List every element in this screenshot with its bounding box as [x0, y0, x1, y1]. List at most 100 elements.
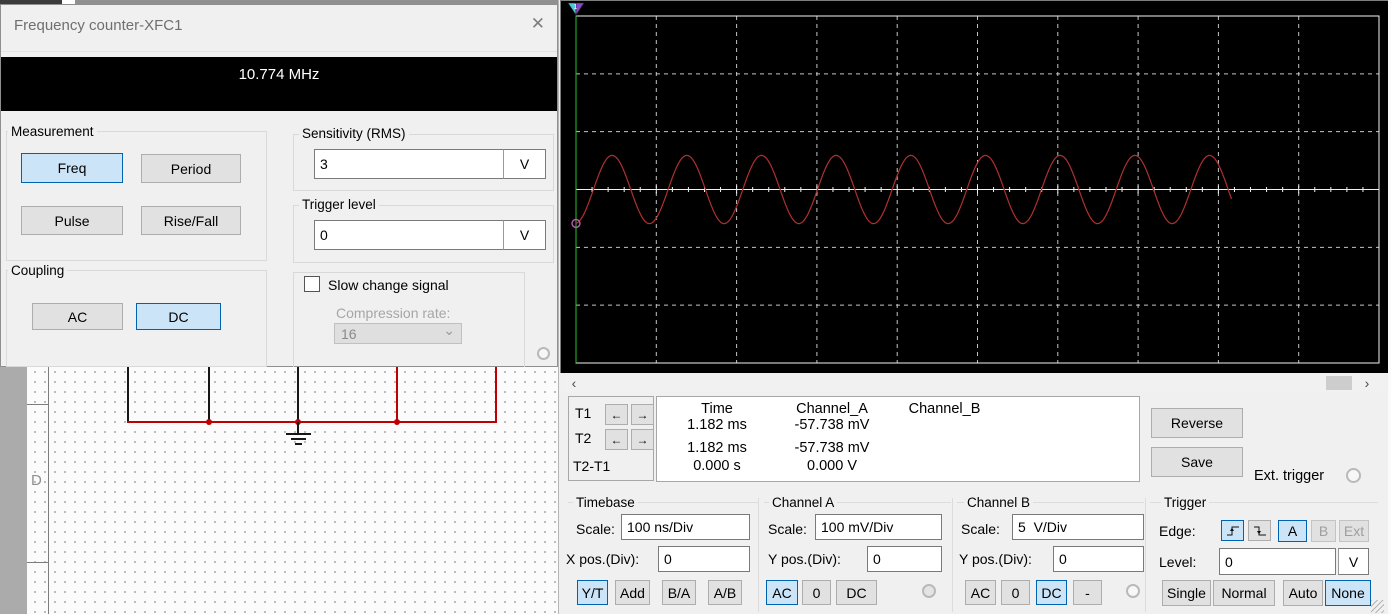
trigger-none-button[interactable]: None [1325, 580, 1371, 606]
trigger-label: Trigger [1161, 495, 1210, 510]
period-button[interactable]: Period [141, 154, 241, 183]
channel-a-dc-button[interactable]: DC [836, 580, 877, 605]
oscilloscope-window: 1 ‹ › T1 ← → T2 ← → T2-T1 Time Channel_A… [558, 0, 1388, 614]
coupling-dc-button[interactable]: DC [136, 303, 221, 330]
rise-fall-button[interactable]: Rise/Fall [141, 206, 241, 235]
wire-vertical[interactable] [208, 367, 210, 422]
channel-a-ypos-label: Y pos.(Div): [768, 551, 841, 567]
trigger-level-unit: V [1338, 548, 1369, 575]
freq-button[interactable]: Freq [21, 153, 123, 183]
wire-vertical[interactable] [297, 367, 299, 423]
frequency-counter-window: Frequency counter-XFC1 ✕ 10.774 MHz Meas… [0, 4, 558, 367]
trigger-b-button[interactable]: B [1311, 520, 1336, 542]
section-separator [1145, 498, 1146, 612]
sheet-row-divider [27, 562, 49, 563]
titlebar-divider [1, 51, 557, 52]
rising-edge-icon[interactable] [1221, 520, 1244, 541]
channel-b-ac-button[interactable]: AC [965, 580, 996, 605]
t2-t1-label: T2-T1 [573, 458, 611, 474]
timebase-label: Timebase [573, 495, 638, 510]
close-icon[interactable]: ✕ [531, 14, 545, 34]
timebase-xpos-input[interactable]: 0 [658, 546, 750, 572]
trigger-single-button[interactable]: Single [1162, 580, 1211, 606]
trigger-a-button[interactable]: A [1278, 520, 1307, 542]
dt-time: 0.000 s [693, 458, 741, 474]
channel-a-ypos-input[interactable]: 0 [867, 546, 942, 572]
compression-rate-select[interactable]: 16 ⌄ [334, 322, 462, 344]
channel-b-dc-button[interactable]: DC [1036, 580, 1067, 605]
sensitivity-unit: V [503, 149, 546, 179]
cursor-control-panel: T1 ← → T2 ← → T2-T1 [568, 396, 654, 481]
frequency-display: 10.774 MHz [1, 57, 557, 111]
column-header-time: Time [701, 401, 733, 417]
t1-channel-a: -57.738 mV [794, 417, 870, 433]
wire-junction [394, 419, 400, 425]
channel-b-minus-button[interactable]: - [1073, 580, 1102, 605]
add-button[interactable]: Add [615, 580, 650, 605]
svg-text:1: 1 [574, 4, 578, 11]
ext-trigger-terminal [1346, 468, 1361, 483]
channel-b-label: Channel B [964, 495, 1034, 510]
window-title: Frequency counter-XFC1 [14, 17, 183, 34]
trigger-normal-button[interactable]: Normal [1213, 580, 1275, 606]
trigger-level-group-label: Trigger level [299, 197, 379, 212]
trigger-ext-button[interactable]: Ext [1339, 520, 1369, 542]
channel-a-label: Channel A [769, 495, 838, 510]
channel-a-scale-label: Scale: [768, 521, 807, 537]
scrollbar-thumb[interactable] [1326, 376, 1352, 390]
cursor-readout-table: Time Channel_A Channel_B 1.182 ms -57.73… [656, 396, 1140, 482]
t2-right-arrow-button[interactable]: → [631, 429, 654, 450]
t2-left-arrow-button[interactable]: ← [605, 429, 628, 450]
trigger-level-input[interactable]: 0 [1219, 548, 1336, 575]
column-header-channel-b: Channel_B [908, 401, 981, 417]
pulse-button[interactable]: Pulse [21, 206, 123, 235]
wire-junction [206, 419, 212, 425]
trigger-level-label: Level: [1159, 554, 1197, 570]
channel-b-ypos-label: Y pos.(Div): [959, 551, 1032, 567]
t2-label: T2 [575, 430, 592, 446]
measurement-group [6, 131, 267, 261]
sensitivity-input[interactable]: 3 [314, 149, 504, 179]
channel-a-ac-button[interactable]: AC [766, 580, 798, 605]
coupling-ac-button[interactable]: AC [32, 303, 123, 330]
wire-vertical[interactable] [495, 367, 497, 422]
section-separator [952, 498, 953, 612]
slow-change-checkbox[interactable] [304, 276, 320, 292]
channel-b-ypos-input[interactable]: 0 [1053, 546, 1144, 572]
reverse-button[interactable]: Reverse [1151, 408, 1243, 438]
channel-b-scale-input[interactable]: 5 V/Div [1012, 514, 1144, 540]
scroll-left-icon[interactable]: ‹ [563, 374, 585, 392]
scope-display[interactable]: 1 [560, 0, 1388, 373]
t1-right-arrow-button[interactable]: → [631, 404, 654, 425]
trigger-auto-button[interactable]: Auto [1283, 580, 1323, 606]
sheet-margin [0, 367, 27, 614]
coupling-group-label: Coupling [8, 263, 68, 278]
channel-b-zero-button[interactable]: 0 [1001, 580, 1030, 605]
timebase-scale-input[interactable]: 100 ns/Div [621, 514, 750, 540]
ab-button[interactable]: A/B [708, 580, 742, 605]
save-button[interactable]: Save [1151, 447, 1243, 477]
wire-horizontal[interactable] [127, 421, 497, 423]
t2-channel-a: -57.738 mV [794, 440, 870, 456]
falling-edge-icon[interactable] [1248, 520, 1271, 541]
channel-a-scale-input[interactable]: 100 mV/Div [815, 514, 942, 540]
trigger-level-input[interactable]: 0 [314, 220, 504, 250]
input-terminal-indicator [537, 347, 550, 360]
channel-a-zero-button[interactable]: 0 [802, 580, 831, 605]
yt-button[interactable]: Y/T [577, 580, 608, 605]
t1-time: 1.182 ms [687, 417, 747, 433]
scope-scrollbar[interactable]: ‹ › [561, 374, 1387, 392]
ext-trigger-label: Ext. trigger [1254, 468, 1325, 484]
t2-time: 1.182 ms [687, 440, 747, 456]
ba-button[interactable]: B/A [662, 580, 696, 605]
schematic-canvas[interactable] [0, 367, 558, 614]
wire-vertical[interactable] [396, 367, 398, 422]
t1-label: T1 [575, 405, 592, 421]
resize-grip[interactable] [1371, 600, 1384, 613]
t1-left-arrow-button[interactable]: ← [605, 404, 628, 425]
scroll-right-icon[interactable]: › [1356, 374, 1378, 392]
trigger-level-unit: V [503, 220, 546, 250]
timebase-scale-label: Scale: [576, 521, 615, 537]
channel-a-terminal [922, 584, 936, 598]
wire-vertical[interactable] [127, 367, 129, 422]
